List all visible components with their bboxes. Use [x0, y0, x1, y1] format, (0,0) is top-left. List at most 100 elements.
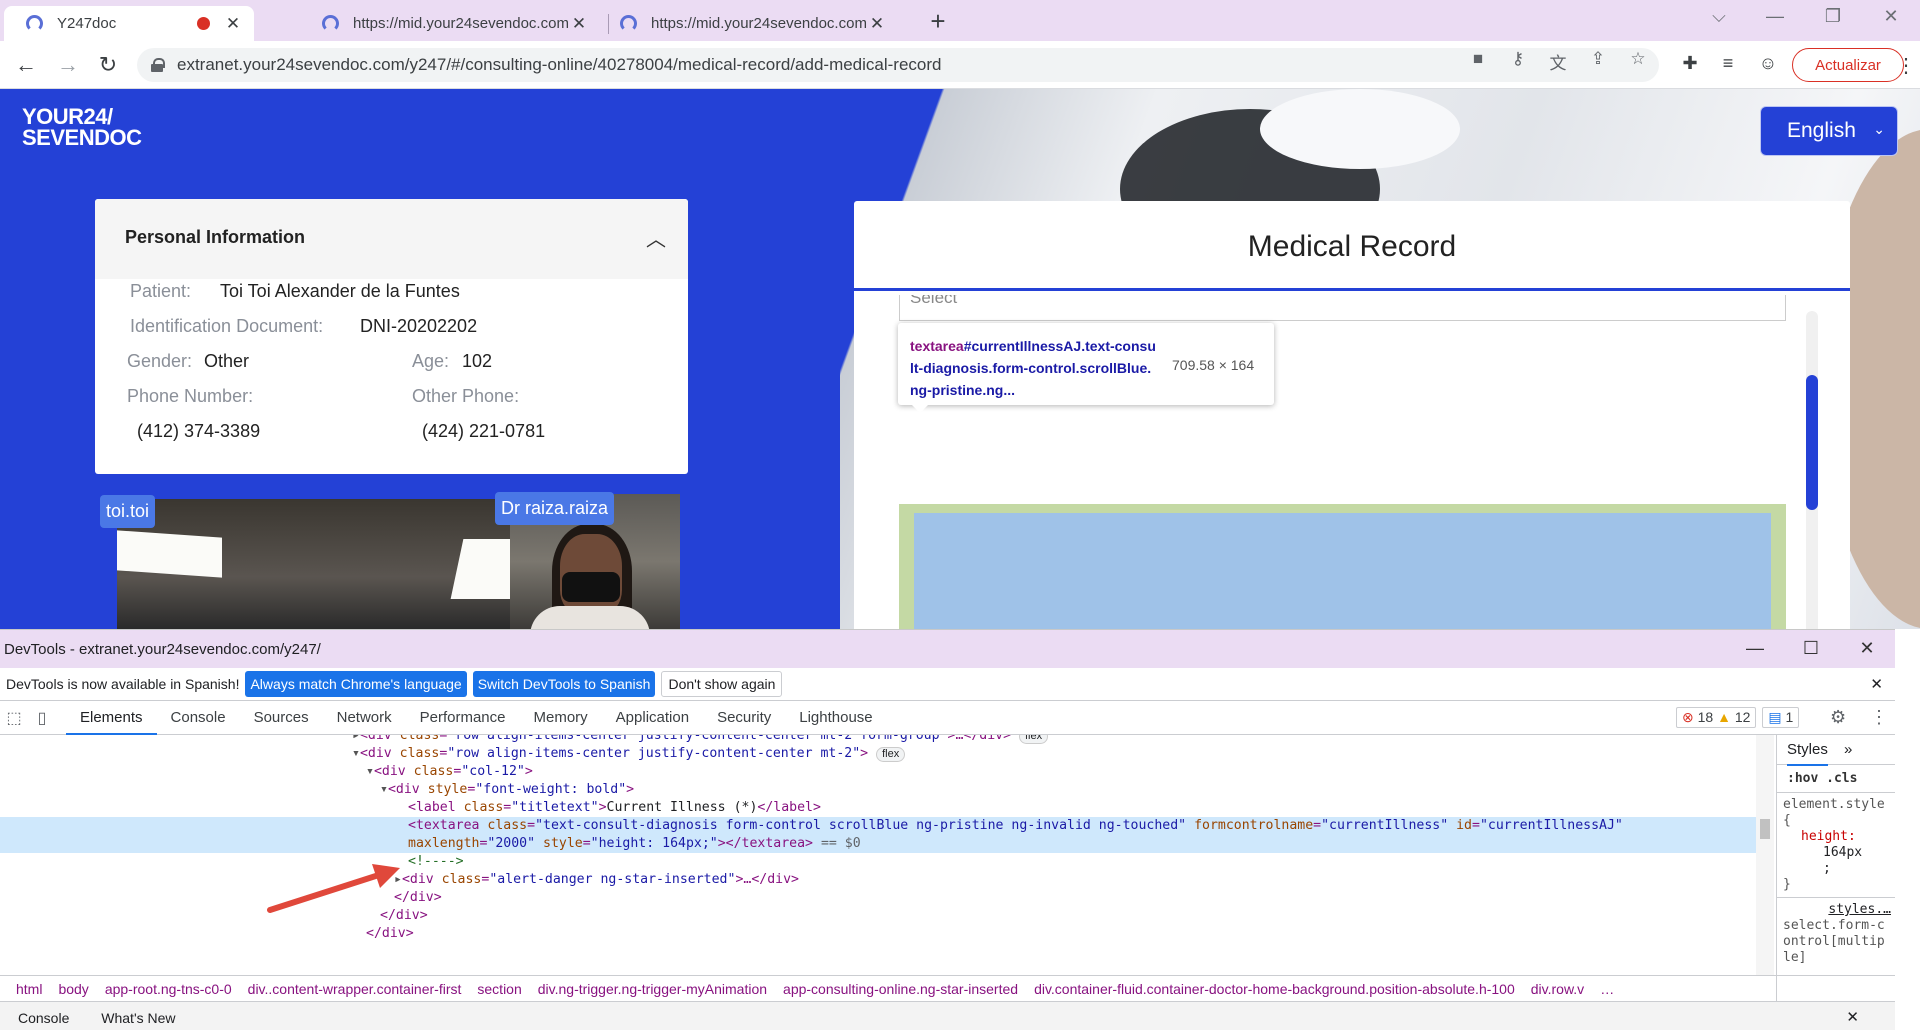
update-button[interactable]: Actualizar	[1792, 48, 1904, 82]
devtools-minimize-button[interactable]: —	[1740, 638, 1770, 659]
styles-filter-toggles[interactable]: :hov .cls	[1777, 765, 1895, 793]
devtools-titlebar: DevTools - extranet.your24sevendoc.com/y…	[0, 630, 1895, 668]
forward-button[interactable]: →	[54, 51, 82, 79]
warning-count: 12	[1734, 709, 1751, 725]
breadcrumb-item[interactable]: div.ng-trigger.ng-trigger-myAnimation	[530, 981, 775, 997]
scrollbar-thumb[interactable]	[1806, 375, 1818, 510]
devtools-maximize-button[interactable]: ☐	[1796, 638, 1826, 659]
tab-search-button[interactable]: ⌵	[1704, 6, 1734, 27]
logo-line-2: SEVENDOC	[22, 125, 142, 150]
more-options-icon[interactable]: ⋮	[1870, 707, 1888, 728]
age-label: Age:	[412, 351, 450, 371]
element-style-rule[interactable]: element.style { height: 164px ; }	[1777, 793, 1895, 897]
media-icon[interactable]: ≡	[1716, 53, 1740, 74]
medical-record-title: Medical Record	[1247, 230, 1457, 263]
dom-node[interactable]: ▾<div class="col-12">	[0, 763, 1756, 781]
personal-info-title: Personal Information	[125, 227, 306, 247]
close-icon[interactable]: ✕	[570, 14, 588, 34]
address-bar[interactable]: extranet.your24sevendoc.com/y247/#/consu…	[137, 48, 1659, 82]
browser-menu-icon[interactable]: ⋮	[1896, 53, 1916, 78]
select-field[interactable]: Select	[899, 295, 1786, 321]
inspect-element-icon[interactable]: ⬚	[0, 708, 28, 728]
elements-tree[interactable]: ▸<div class="row align-items-center just…	[0, 735, 1756, 975]
tab-y247doc[interactable]: Y247doc ✕	[4, 6, 254, 41]
language-infobar: DevTools is now available in Spanish! Al…	[0, 668, 1895, 701]
breadcrumb-item[interactable]: section	[469, 981, 529, 997]
drawer-tab-whats-new[interactable]: What's New	[101, 1010, 175, 1026]
tab-lighthouse[interactable]: Lighthouse	[785, 701, 886, 735]
url-text: extranet.your24sevendoc.com/y247/#/consu…	[177, 55, 942, 74]
restore-button[interactable]: ❐	[1818, 6, 1848, 27]
close-icon[interactable]: ✕	[1870, 675, 1883, 693]
lock-icon[interactable]	[151, 58, 165, 72]
flex-badge[interactable]: flex	[876, 747, 906, 762]
tab-mid-2[interactable]: https://mid.your24sevendoc.com ✕	[598, 6, 898, 41]
drawer-tab-console[interactable]: Console	[18, 1010, 69, 1026]
medical-record-header: Medical Record	[854, 201, 1850, 291]
stylesheet-rule[interactable]: styles.… select.form-control[multiple]	[1777, 897, 1895, 970]
breadcrumb-overflow[interactable]: …	[1592, 981, 1622, 997]
devtools-window: DevTools - extranet.your24sevendoc.com/y…	[0, 629, 1895, 1030]
switch-spanish-button[interactable]: Switch DevTools to Spanish	[472, 671, 656, 697]
chevron-up-icon[interactable]: ︿	[646, 223, 666, 252]
tab-memory[interactable]: Memory	[520, 701, 602, 735]
window-close-button[interactable]: ✕	[1876, 6, 1906, 27]
dom-node[interactable]: <label class="titletext">Current Illness…	[0, 799, 1756, 817]
breadcrumb-item[interactable]: html	[0, 981, 50, 997]
tab-performance[interactable]: Performance	[406, 701, 520, 735]
selected-dom-node-cont[interactable]: maxlength="2000" style="height: 164px;">…	[0, 835, 1756, 853]
tab-network[interactable]: Network	[323, 701, 406, 735]
infobar-message: DevTools is now available in Spanish!	[6, 676, 240, 692]
current-illness-textarea[interactable]	[914, 513, 1771, 629]
tab-styles[interactable]: Styles	[1787, 741, 1828, 766]
dont-show-again-button[interactable]: Don't show again	[661, 671, 783, 697]
new-tab-button[interactable]: +	[923, 8, 953, 34]
back-button[interactable]: ←	[12, 51, 40, 79]
error-count: 18	[1697, 709, 1714, 725]
breadcrumb-item[interactable]: app-consulting-online.ng-star-inserted	[775, 981, 1026, 997]
tab-elements[interactable]: Elements	[66, 701, 157, 735]
key-icon[interactable]: ⚷	[1507, 49, 1529, 69]
flex-badge[interactable]: flex	[1019, 735, 1049, 744]
minimize-button[interactable]: —	[1760, 6, 1790, 27]
personal-info-header[interactable]: Personal Information ︿	[95, 199, 688, 279]
more-tabs-icon[interactable]: »	[1844, 741, 1852, 758]
tab-console[interactable]: Console	[157, 701, 240, 735]
profile-icon[interactable]: ☺	[1756, 53, 1780, 74]
match-language-button[interactable]: Always match Chrome's language	[245, 671, 467, 697]
breadcrumb-item[interactable]: body	[50, 981, 96, 997]
issue-counters[interactable]: ⊗ 18 ▲ 12 ▤ 1	[1676, 707, 1800, 728]
devtools-close-button[interactable]: ✕	[1852, 638, 1882, 659]
dom-node[interactable]: ▾<div class="row align-items-center just…	[0, 745, 1756, 763]
tab-strip: Y247doc ✕ https://mid.your24sevendoc.com…	[0, 0, 1920, 41]
share-icon[interactable]: ⇪	[1587, 49, 1609, 69]
dom-node[interactable]: ▸<div class="row align-items-center just…	[0, 735, 1756, 745]
dom-breadcrumb: html body app-root.ng-tns-c0-0 div..cont…	[0, 975, 1895, 1001]
close-icon[interactable]: ✕	[1846, 1002, 1859, 1030]
extensions-icon[interactable]: ✚	[1678, 53, 1702, 74]
dom-node[interactable]: ▾<div style="font-weight: bold">	[0, 781, 1756, 799]
device-toolbar-icon[interactable]: ▯	[28, 708, 56, 728]
tab-security[interactable]: Security	[703, 701, 785, 735]
selected-dom-node[interactable]: <textarea class="text-consult-diagnosis …	[0, 817, 1756, 835]
close-icon[interactable]: ✕	[224, 14, 242, 34]
tab-mid-1[interactable]: https://mid.your24sevendoc.com ✕	[300, 6, 600, 41]
language-select[interactable]: English ⌄	[1760, 106, 1898, 156]
close-icon[interactable]: ✕	[868, 14, 886, 34]
gear-icon[interactable]: ⚙	[1830, 707, 1846, 728]
tab-application[interactable]: Application	[602, 701, 703, 735]
breadcrumb-item[interactable]: app-root.ng-tns-c0-0	[97, 981, 240, 997]
reload-button[interactable]: ↻	[94, 51, 122, 79]
devtools-title: DevTools - extranet.your24sevendoc.com/y…	[4, 640, 321, 658]
tab-sources[interactable]: Sources	[240, 701, 323, 735]
breadcrumb-item[interactable]: div.container-fluid.container-doctor-hom…	[1026, 981, 1523, 997]
translate-icon[interactable]: 文	[1547, 49, 1569, 74]
dom-node[interactable]: </div>	[0, 925, 1756, 943]
camera-icon[interactable]: ■	[1467, 49, 1489, 69]
browser-toolbar: ← → ↻ extranet.your24sevendoc.com/y247/#…	[0, 41, 1920, 89]
breadcrumb-item[interactable]: div..content-wrapper.container-first	[240, 981, 470, 997]
star-icon[interactable]: ☆	[1627, 49, 1649, 69]
breadcrumb-item[interactable]: div.row.v	[1523, 981, 1592, 997]
brand-logo[interactable]: YOUR24/ SEVENDOC	[22, 106, 142, 150]
elements-scrollbar[interactable]	[1756, 735, 1774, 975]
